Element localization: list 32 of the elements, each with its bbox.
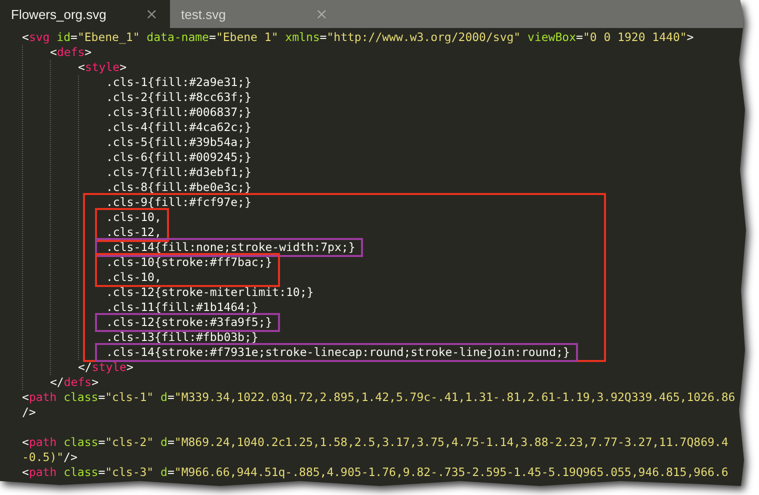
code-line: /> <box>22 405 36 420</box>
code-line: .cls-1{fill:#2a9e31;} <box>106 75 252 90</box>
code-line: <svg id="Ebene_1" data-name="Ebene 1" xmlns="http://www.w3.org/2000/svg" viewBox="0 0 1920 1440"> <box>22 30 694 45</box>
code-line: -0.5)"/> <box>22 450 78 465</box>
code-line: .cls-7{fill:#d3ebf1;} <box>106 165 252 180</box>
close-button[interactable]: × <box>313 5 330 23</box>
tab[interactable]: Flowers_org.svg × <box>0 0 170 28</box>
code-line: .cls-10, <box>106 270 162 285</box>
code-line: .cls-5{fill:#39b54a;} <box>106 135 252 150</box>
code-line: <style> <box>78 60 126 75</box>
code-line: .cls-14{fill:none;stroke-width:7px;} <box>106 240 356 255</box>
code-line: .cls-12{stroke:#3fa9f5;} <box>106 315 272 330</box>
code-line: <path class="cls-2" d="M869.24,1040.2c1.25,1.58,2.5,3.17,3.75,4.75-1.14,3.88-2.23,7.77-3.27,11.7Q869.4 <box>22 435 728 450</box>
code-line: <path class="cls-1" d="M339.34,1022.03q.72,2.895,1.42,5.79c-.41,1.31-.81,2.61-1.19,3.92Q339.465,1026.86 <box>22 390 736 405</box>
code-line: </defs> <box>50 375 98 390</box>
code-line: .cls-10, <box>106 210 162 225</box>
code-line: .cls-12, <box>106 225 162 240</box>
code-line: .cls-12{stroke-miterlimit:10;} <box>106 285 314 300</box>
code-line: <defs> <box>50 45 92 60</box>
code-line: .cls-6{fill:#009245;} <box>106 150 252 165</box>
code-line: .cls-3{fill:#006837;} <box>106 105 252 120</box>
code-line: .cls-2{fill:#8cc63f;} <box>106 90 252 105</box>
close-button[interactable]: × <box>143 5 160 23</box>
code-line: .cls-14{stroke:#f7931e;stroke-linecap:round;stroke-linejoin:round;} <box>106 345 570 360</box>
code-line: </style> <box>78 360 134 375</box>
code-line: .cls-10{stroke:#ff7bac;} <box>106 255 272 270</box>
code-line: <path class="cls-3" d="M966.66,944.51q-.885,4.905-1.76,9.82-.735-2.595-1.45-5.19Q965.055,946.815,966.6 <box>22 465 728 480</box>
code-line: .cls-8{fill:#be0e3c;} <box>106 180 252 195</box>
code-line: .cls-4{fill:#4ca62c;} <box>106 120 252 135</box>
code-line: .cls-11{fill:#1b1464;} <box>106 300 258 315</box>
code-line: .cls-13{fill:#fbb03b;} <box>106 330 258 345</box>
code-line: .cls-9{fill:#fcf97e;} <box>106 195 252 210</box>
